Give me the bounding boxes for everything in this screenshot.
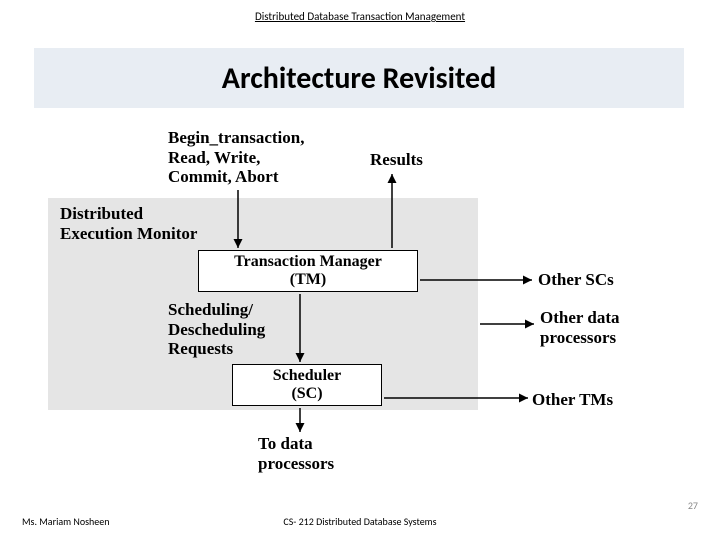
slide-title: Architecture Revisited <box>222 60 496 97</box>
to-data-processors-label: To dataprocessors <box>258 434 334 473</box>
begin-transaction-label: Begin_transaction,Read, Write,Commit, Ab… <box>168 128 304 187</box>
page-header: Distributed Database Transaction Managem… <box>0 10 720 23</box>
execution-monitor-title: DistributedExecution Monitor <box>60 204 197 243</box>
scheduling-label: Scheduling/DeschedulingRequests <box>168 300 265 359</box>
other-scs-label: Other SCs <box>538 270 614 290</box>
transaction-manager-box: Transaction Manager(TM) <box>198 250 418 292</box>
page-number: 27 <box>688 499 698 512</box>
slide-title-band: Architecture Revisited <box>34 48 684 108</box>
footer-course: CS- 212 Distributed Database Systems <box>0 515 720 528</box>
scheduler-box: Scheduler(SC) <box>232 364 382 406</box>
other-tms-label: Other TMs <box>532 390 613 410</box>
results-label: Results <box>370 150 423 170</box>
other-data-processors-label: Other dataprocessors <box>540 308 620 347</box>
